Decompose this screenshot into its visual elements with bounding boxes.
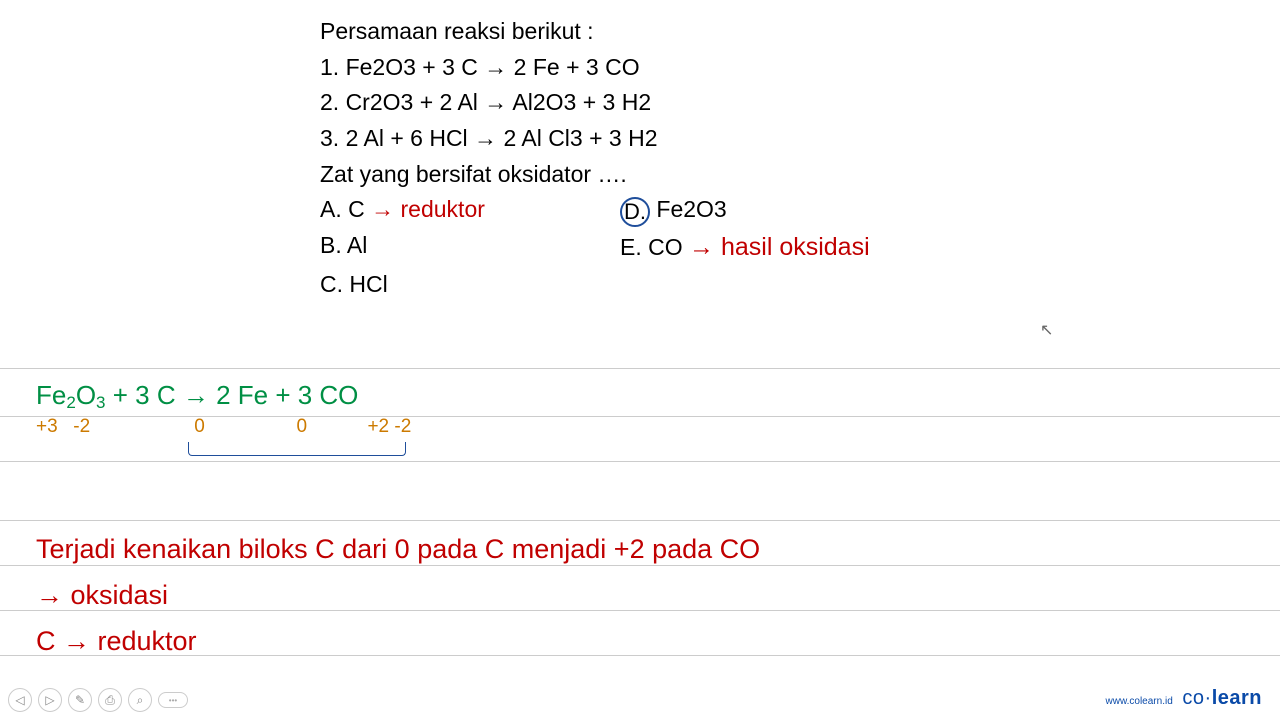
zoom-button[interactable]: ⌕ bbox=[128, 688, 152, 712]
answer-line-3: C → reduktor bbox=[36, 619, 760, 665]
brand-logo: co·learn bbox=[1182, 687, 1262, 709]
option-e: E. CO bbox=[620, 234, 683, 260]
more-button[interactable]: ••• bbox=[158, 692, 188, 708]
equation-1: 1. Fe2O3 + 3 C → 2 Fe + 3 CO bbox=[320, 50, 1220, 86]
equation-2: 2. Cr2O3 + 2 Al → Al2O3 + 3 H2 bbox=[320, 85, 1220, 121]
question-prompt: Zat yang bersifat oksidator …. bbox=[320, 157, 1220, 193]
prev-button[interactable]: ◁ bbox=[8, 688, 32, 712]
cursor-icon: ↖ bbox=[1040, 320, 1053, 340]
option-b: B. Al bbox=[320, 232, 367, 258]
answer-block: Terjadi kenaikan biloks C dari 0 pada C … bbox=[36, 527, 760, 665]
answer-line-2: → oksidasi bbox=[36, 573, 760, 619]
divider bbox=[0, 368, 1280, 369]
question-heading: Persamaan reaksi berikut : bbox=[320, 14, 1220, 50]
option-a: A. C bbox=[320, 196, 365, 222]
option-e-note: → hasil oksidasi bbox=[689, 233, 870, 261]
toolbar: ◁ ▷ ✎ ⎙ ⌕ ••• bbox=[8, 688, 188, 712]
option-a-note: → reduktor bbox=[371, 196, 485, 222]
question-block: Persamaan reaksi berikut : 1. Fe2O3 + 3 … bbox=[320, 14, 1220, 302]
print-button[interactable]: ⎙ bbox=[98, 688, 122, 712]
option-d-circle: D. bbox=[620, 197, 650, 227]
ruled-lines bbox=[0, 416, 1280, 506]
option-d: Fe2O3 bbox=[656, 196, 726, 222]
pen-button[interactable]: ✎ bbox=[68, 688, 92, 712]
worked-equation: Fe2O3 + 3 C → 2 Fe + 3 CO bbox=[36, 380, 358, 413]
option-c: C. HCl bbox=[320, 267, 1220, 303]
next-button[interactable]: ▷ bbox=[38, 688, 62, 712]
answer-line-1: Terjadi kenaikan biloks C dari 0 pada C … bbox=[36, 527, 760, 573]
brand: www.colearn.id co·learn bbox=[1106, 687, 1263, 710]
equation-3: 3. 2 Al + 6 HCl → 2 Al Cl3 + 3 H2 bbox=[320, 121, 1220, 157]
brand-site: www.colearn.id bbox=[1106, 696, 1173, 707]
